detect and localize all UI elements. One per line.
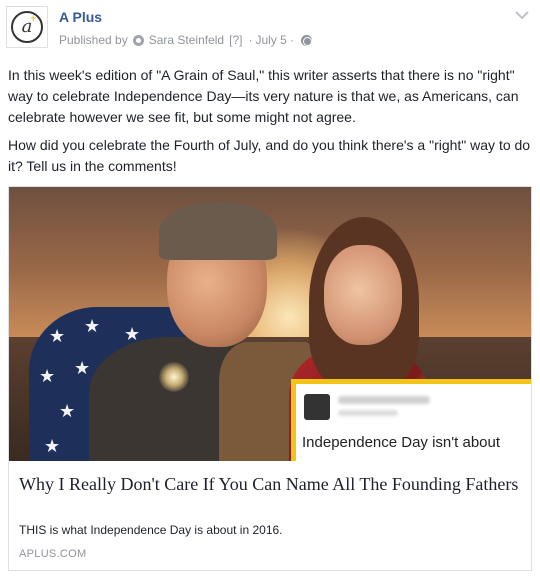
link-description: THIS is what Independence Day is about i… <box>19 523 283 537</box>
facebook-post: a + A Plus Published by Sara Steinfeld [?… <box>0 0 540 579</box>
chevron-down-icon[interactable] <box>514 10 530 20</box>
page-name-link[interactable]: A Plus <box>59 9 102 25</box>
meta-separator: · <box>289 33 294 47</box>
a-plus-logo-icon: a + <box>11 11 43 43</box>
post-meta: Published by Sara Steinfeld [?] · July 5… <box>59 33 312 47</box>
tweet-blurred-handle <box>338 410 398 416</box>
tweet-avatar <box>304 394 330 420</box>
globe-icon[interactable] <box>300 34 312 46</box>
author-link[interactable]: Sara Steinfeld <box>149 33 224 47</box>
link-domain: APLUS.COM <box>19 548 87 560</box>
link-preview-card[interactable]: ★ ★ ★ ★ ★ ★ ★ ★ ★ ★ ★ ★ <box>8 186 532 571</box>
post-paragraph: In this week's edition of "A Grain of Sa… <box>8 67 519 125</box>
page-avatar[interactable]: a + <box>6 6 48 48</box>
tweet-blurred-name <box>338 396 430 404</box>
woman-face <box>324 245 402 345</box>
profile-dot-icon <box>132 34 144 46</box>
post-paragraph: How did you celebrate the Fourth of July… <box>8 137 531 174</box>
sparkler <box>159 362 189 392</box>
meta-separator: · <box>248 33 253 47</box>
man-beanie <box>159 202 277 260</box>
link-preview-image[interactable]: ★ ★ ★ ★ ★ ★ ★ ★ ★ ★ ★ ★ <box>9 187 531 461</box>
author-note[interactable]: [?] <box>229 33 242 47</box>
post-date-link[interactable]: July 5 <box>255 33 286 47</box>
post-body: In this week's edition of "A Grain of Sa… <box>8 65 533 184</box>
tweet-overlay-text: Independence Day isn't about <box>302 434 501 451</box>
tweet-overlay: Independence Day isn't about <box>291 379 531 461</box>
published-by-label: Published by <box>59 33 128 47</box>
link-title[interactable]: Why I Really Don't Care If You Can Name … <box>19 473 519 496</box>
